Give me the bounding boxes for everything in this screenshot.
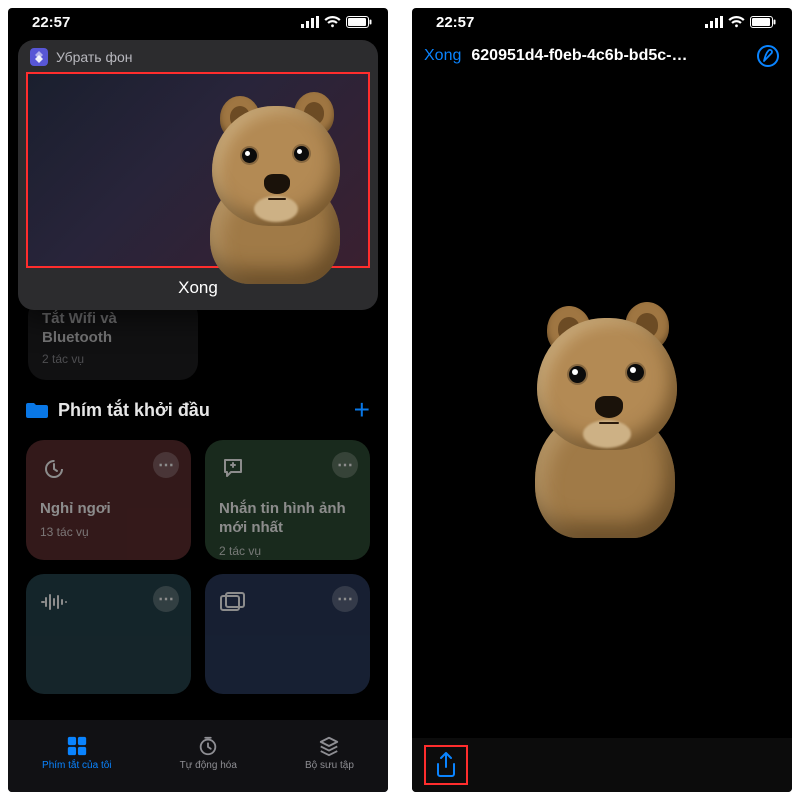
status-icons [301, 16, 372, 28]
wifi-icon [324, 16, 341, 28]
phone-right: 22:57 Xong 620951d4-f0eb-4c6b-bd5c-… [412, 8, 792, 792]
tab-gallery[interactable]: Bộ sưu tập [305, 735, 354, 771]
add-shortcut-button[interactable]: + [354, 396, 370, 424]
status-bar: 22:57 [412, 8, 792, 36]
quokka-cutout [507, 292, 697, 522]
tile-subtitle: 13 tác vụ [40, 525, 177, 539]
grid-icon [64, 735, 90, 757]
overlay-header: Убрать фон [18, 40, 378, 72]
tile-menu-button[interactable]: ⋯ [153, 452, 179, 478]
image-viewer[interactable] [412, 76, 792, 738]
phone-left: 22:57 Tắt Wifi và Bluetooth 2 tác vụ Phí… [8, 8, 388, 792]
tile-title: Nhắn tin hình ảnh mới nhất [219, 500, 356, 538]
status-time: 22:57 [32, 14, 70, 31]
quokka-image [176, 78, 366, 266]
wifi-icon [728, 16, 745, 28]
shortcut-card-title: Tắt Wifi và Bluetooth [42, 310, 184, 348]
battery-icon [346, 16, 372, 28]
battery-icon [750, 16, 776, 28]
share-icon [435, 752, 457, 778]
tile-menu-button[interactable]: ⋯ [153, 586, 179, 612]
tab-automation[interactable]: Tự động hóa [180, 735, 237, 771]
images-icon [219, 588, 247, 616]
shortcut-card-subtitle: 2 tác vụ [42, 352, 184, 366]
tile-title: Nghỉ ngơi [40, 500, 177, 519]
tab-label: Phím tắt của tôi [42, 760, 111, 771]
signal-icon [301, 16, 319, 28]
status-bar: 22:57 [8, 8, 388, 36]
nav-bar: Xong 620951d4-f0eb-4c6b-bd5c-… [412, 36, 792, 76]
result-image-highlight[interactable] [26, 72, 370, 268]
folder-icon [26, 401, 48, 419]
file-name: 620951d4-f0eb-4c6b-bd5c-… [471, 47, 746, 65]
status-icons [705, 16, 776, 28]
tab-label: Bộ sưu tập [305, 760, 354, 771]
signal-icon [705, 16, 723, 28]
result-overlay: Убрать фон Xong [18, 40, 378, 310]
shortcut-tile-message-image[interactable]: ⋯ Nhắn tin hình ảnh mới nhất 2 tác vụ [205, 440, 370, 560]
section-title: Phím tắt khởi đầu [58, 400, 210, 421]
waveform-icon [40, 588, 68, 616]
message-icon [219, 454, 247, 482]
section-header: Phím tắt khởi đầu + [26, 396, 370, 424]
overlay-app-label: Убрать фон [56, 49, 133, 65]
bottom-toolbar [412, 738, 792, 792]
tab-bar: Phím tắt của tôi Tự động hóa Bộ sưu tập [8, 720, 388, 792]
shortcut-tile-audio[interactable]: ⋯ [26, 574, 191, 694]
shortcut-grid: ⋯ Nghỉ ngơi 13 tác vụ ⋯ Nhắn tin hình ản… [26, 440, 370, 694]
stack-icon [316, 735, 342, 757]
tab-my-shortcuts[interactable]: Phím tắt của tôi [42, 735, 111, 771]
tab-label: Tự động hóa [180, 760, 237, 771]
shortcut-card-wifi-bt[interactable]: Tắt Wifi và Bluetooth 2 tác vụ [28, 298, 198, 380]
shortcut-tile-rest[interactable]: ⋯ Nghỉ ngơi 13 tác vụ [26, 440, 191, 560]
markup-icon[interactable] [756, 44, 780, 68]
status-time: 22:57 [436, 14, 474, 31]
clock-icon [195, 735, 221, 757]
tile-menu-button[interactable]: ⋯ [332, 586, 358, 612]
tile-menu-button[interactable]: ⋯ [332, 452, 358, 478]
timer-icon [40, 454, 68, 482]
tile-subtitle: 2 tác vụ [219, 544, 356, 558]
shortcut-tile-images[interactable]: ⋯ [205, 574, 370, 694]
back-button[interactable]: Xong [424, 47, 461, 65]
share-button-highlight[interactable] [424, 745, 468, 785]
shortcuts-app-icon [30, 48, 48, 66]
